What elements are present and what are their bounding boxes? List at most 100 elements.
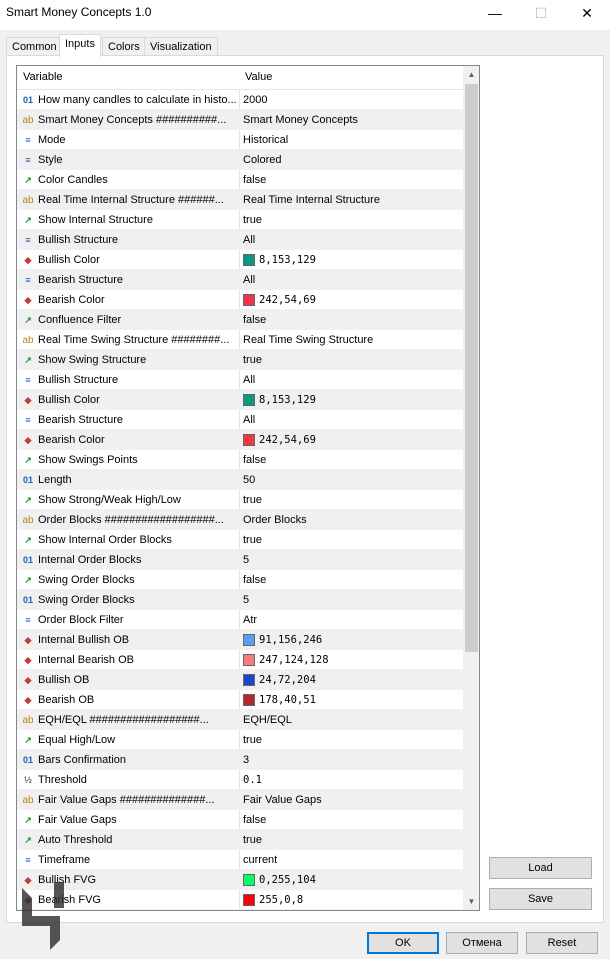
value-cell[interactable]: 0,255,104 bbox=[243, 870, 461, 890]
grid-row[interactable]: ◆ Bullish Color 8,153,129 bbox=[17, 250, 463, 270]
grid-row[interactable]: ≡ Bullish Structure All bbox=[17, 230, 463, 250]
grid-row[interactable]: ↗ Auto Threshold true bbox=[17, 830, 463, 850]
vertical-scrollbar[interactable]: ▲ ▼ bbox=[463, 66, 479, 910]
scroll-up-icon[interactable]: ▲ bbox=[463, 66, 479, 83]
grid-row[interactable]: ↗ Show Strong/Weak High/Low true bbox=[17, 490, 463, 510]
grid-row[interactable]: ≡ Order Block Filter Atr bbox=[17, 610, 463, 630]
value-cell[interactable]: Fair Value Gaps bbox=[243, 790, 461, 810]
grid-row[interactable]: ◆ Bullish OB 24,72,204 bbox=[17, 670, 463, 690]
grid-row[interactable]: ↗ Fair Value Gaps false bbox=[17, 810, 463, 830]
value-cell[interactable]: 178,40,51 bbox=[243, 690, 461, 710]
value-cell[interactable]: 8,153,129 bbox=[243, 250, 461, 270]
grid-row[interactable]: ≡ Style Colored bbox=[17, 150, 463, 170]
grid-row[interactable]: ↗ Show Internal Structure true bbox=[17, 210, 463, 230]
grid-row[interactable]: ◆ Bearish Color 242,54,69 bbox=[17, 290, 463, 310]
value-cell[interactable]: current bbox=[243, 850, 461, 870]
value-cell[interactable]: EQH/EQL bbox=[243, 710, 461, 730]
value-cell[interactable]: true bbox=[243, 210, 461, 230]
value-cell[interactable]: 3 bbox=[243, 750, 461, 770]
grid-row[interactable]: ↗ Swing Order Blocks false bbox=[17, 570, 463, 590]
grid-row[interactable]: ab Real Time Internal Structure ######...… bbox=[17, 190, 463, 210]
grid-row[interactable]: 01 Swing Order Blocks 5 bbox=[17, 590, 463, 610]
value-cell[interactable]: 242,54,69 bbox=[243, 290, 461, 310]
grid-row[interactable]: ↗ Confluence Filter false bbox=[17, 310, 463, 330]
value-cell[interactable]: Colored bbox=[243, 150, 461, 170]
color-swatch[interactable] bbox=[243, 694, 255, 706]
value-cell[interactable]: false bbox=[243, 170, 461, 190]
value-cell[interactable]: true bbox=[243, 350, 461, 370]
value-cell[interactable]: All bbox=[243, 410, 461, 430]
value-cell[interactable]: Real Time Swing Structure bbox=[243, 330, 461, 350]
grid-row[interactable]: ≡ Timeframe current bbox=[17, 850, 463, 870]
value-cell[interactable]: true bbox=[243, 490, 461, 510]
grid-row[interactable]: ↗ Show Swings Points false bbox=[17, 450, 463, 470]
reset-button[interactable]: Reset bbox=[526, 932, 598, 954]
value-cell[interactable]: Smart Money Concepts bbox=[243, 110, 461, 130]
color-swatch[interactable] bbox=[243, 674, 255, 686]
maximize-button[interactable]: ☐ bbox=[518, 0, 564, 26]
color-swatch[interactable] bbox=[243, 654, 255, 666]
value-cell[interactable]: Atr bbox=[243, 610, 461, 630]
grid-row[interactable]: ≡ Bearish Structure All bbox=[17, 410, 463, 430]
value-cell[interactable]: false bbox=[243, 310, 461, 330]
color-swatch[interactable] bbox=[243, 634, 255, 646]
header-value[interactable]: Value bbox=[245, 71, 272, 83]
scroll-down-icon[interactable]: ▼ bbox=[463, 893, 479, 910]
grid-row[interactable]: ≡ Bearish Structure All bbox=[17, 270, 463, 290]
grid-row[interactable]: 01 Length 50 bbox=[17, 470, 463, 490]
value-cell[interactable]: 24,72,204 bbox=[243, 670, 461, 690]
color-swatch[interactable] bbox=[243, 434, 255, 446]
grid-row[interactable]: 01 Internal Order Blocks 5 bbox=[17, 550, 463, 570]
header-variable[interactable]: Variable bbox=[23, 71, 63, 83]
value-cell[interactable]: false bbox=[243, 810, 461, 830]
value-cell[interactable]: 0.1 bbox=[243, 770, 461, 790]
value-cell[interactable]: All bbox=[243, 270, 461, 290]
color-swatch[interactable] bbox=[243, 254, 255, 266]
grid-row[interactable]: ◆ Bearish Color 242,54,69 bbox=[17, 430, 463, 450]
value-cell[interactable]: Order Blocks bbox=[243, 510, 461, 530]
value-cell[interactable]: false bbox=[243, 450, 461, 470]
value-cell[interactable]: 5 bbox=[243, 590, 461, 610]
minimize-button[interactable]: — bbox=[472, 0, 518, 26]
value-cell[interactable]: All bbox=[243, 370, 461, 390]
value-cell[interactable]: true bbox=[243, 830, 461, 850]
value-cell[interactable]: 8,153,129 bbox=[243, 390, 461, 410]
color-swatch[interactable] bbox=[243, 874, 255, 886]
value-cell[interactable]: 91,156,246 bbox=[243, 630, 461, 650]
value-cell[interactable]: 255,0,8 bbox=[243, 890, 461, 910]
grid-row[interactable]: ab Smart Money Concepts ##########... Smar… bbox=[17, 110, 463, 130]
value-cell[interactable]: 247,124,128 bbox=[243, 650, 461, 670]
grid-row[interactable]: ≡ Bullish Structure All bbox=[17, 370, 463, 390]
grid-row[interactable]: ↗ Color Candles false bbox=[17, 170, 463, 190]
tab-inputs[interactable]: Inputs bbox=[59, 34, 101, 57]
tab-colors[interactable]: Colors bbox=[102, 37, 146, 57]
grid-row[interactable]: 01 How many candles to calculate in histo… bbox=[17, 90, 463, 110]
close-button[interactable]: ✕ bbox=[564, 0, 610, 26]
grid-row[interactable]: ½ Threshold 0.1 bbox=[17, 770, 463, 790]
grid-row[interactable]: ab Real Time Swing Structure ########... R… bbox=[17, 330, 463, 350]
color-swatch[interactable] bbox=[243, 394, 255, 406]
value-cell[interactable]: 2000 bbox=[243, 90, 461, 110]
grid-row[interactable]: ◆ Bullish Color 8,153,129 bbox=[17, 390, 463, 410]
save-button[interactable]: Save bbox=[489, 888, 592, 910]
grid-row[interactable]: 01 Bars Confirmation 3 bbox=[17, 750, 463, 770]
value-cell[interactable]: Real Time Internal Structure bbox=[243, 190, 461, 210]
value-cell[interactable]: Historical bbox=[243, 130, 461, 150]
color-swatch[interactable] bbox=[243, 294, 255, 306]
tab-common[interactable]: Common bbox=[6, 37, 63, 57]
load-button[interactable]: Load bbox=[489, 857, 592, 879]
grid-row[interactable]: ab Order Blocks ##################... Orde… bbox=[17, 510, 463, 530]
grid-row[interactable]: ab Fair Value Gaps ##############... Fair … bbox=[17, 790, 463, 810]
value-cell[interactable]: true bbox=[243, 530, 461, 550]
grid-row[interactable]: ◆ Internal Bearish OB 247,124,128 bbox=[17, 650, 463, 670]
ok-button[interactable]: OK bbox=[367, 932, 439, 954]
value-cell[interactable]: false bbox=[243, 570, 461, 590]
value-cell[interactable]: 5 bbox=[243, 550, 461, 570]
grid-row[interactable]: ↗ Equal High/Low true bbox=[17, 730, 463, 750]
value-cell[interactable]: true bbox=[243, 730, 461, 750]
tab-visualization[interactable]: Visualization bbox=[144, 37, 218, 57]
value-cell[interactable]: 50 bbox=[243, 470, 461, 490]
value-cell[interactable]: 242,54,69 bbox=[243, 430, 461, 450]
value-cell[interactable]: All bbox=[243, 230, 461, 250]
grid-row[interactable]: ≡ Mode Historical bbox=[17, 130, 463, 150]
